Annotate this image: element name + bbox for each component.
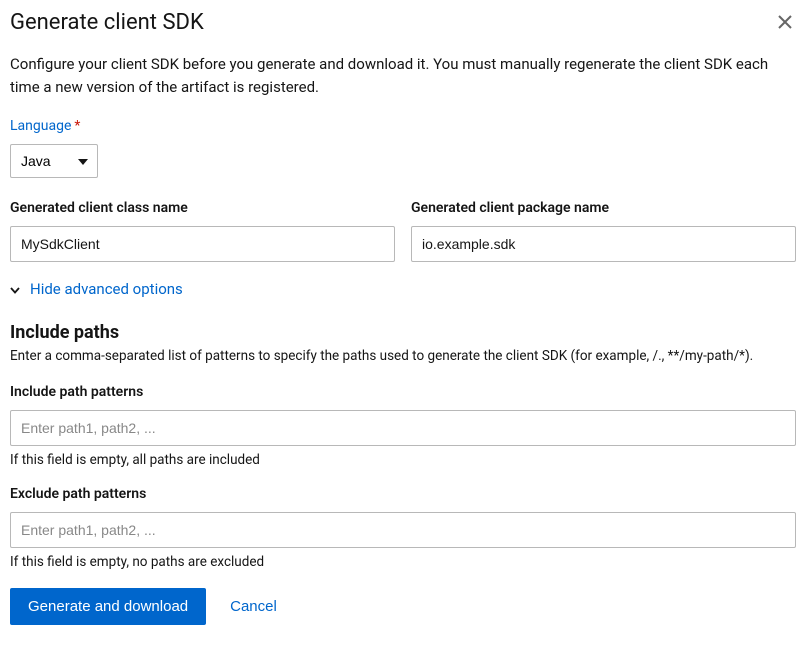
exclude-patterns-label: Exclude path patterns [10,486,796,502]
package-name-input[interactable] [411,226,796,262]
class-name-label: Generated client class name [10,200,395,216]
chevron-down-icon [10,280,20,298]
include-paths-title: Include paths [10,322,796,343]
package-name-label: Generated client package name [411,200,796,216]
include-patterns-input[interactable] [10,410,796,446]
include-paths-description: Enter a comma-separated list of patterns… [10,348,796,364]
include-patterns-label: Include path patterns [10,384,796,400]
required-indicator: * [74,118,80,134]
exclude-patterns-input[interactable] [10,512,796,548]
exclude-patterns-helper: If this field is empty, no paths are exc… [10,554,796,570]
language-label: Language* [10,118,796,134]
language-select[interactable]: Java [10,144,98,178]
class-name-input[interactable] [10,226,395,262]
dialog-title: Generate client SDK [10,10,204,35]
generate-download-button[interactable]: Generate and download [10,588,206,625]
close-icon[interactable] [774,10,796,34]
dialog-description: Configure your client SDK before you gen… [10,53,796,98]
include-patterns-helper: If this field is empty, all paths are in… [10,452,796,468]
cancel-button[interactable]: Cancel [224,588,283,625]
advanced-options-toggle[interactable]: Hide advanced options [10,280,183,298]
